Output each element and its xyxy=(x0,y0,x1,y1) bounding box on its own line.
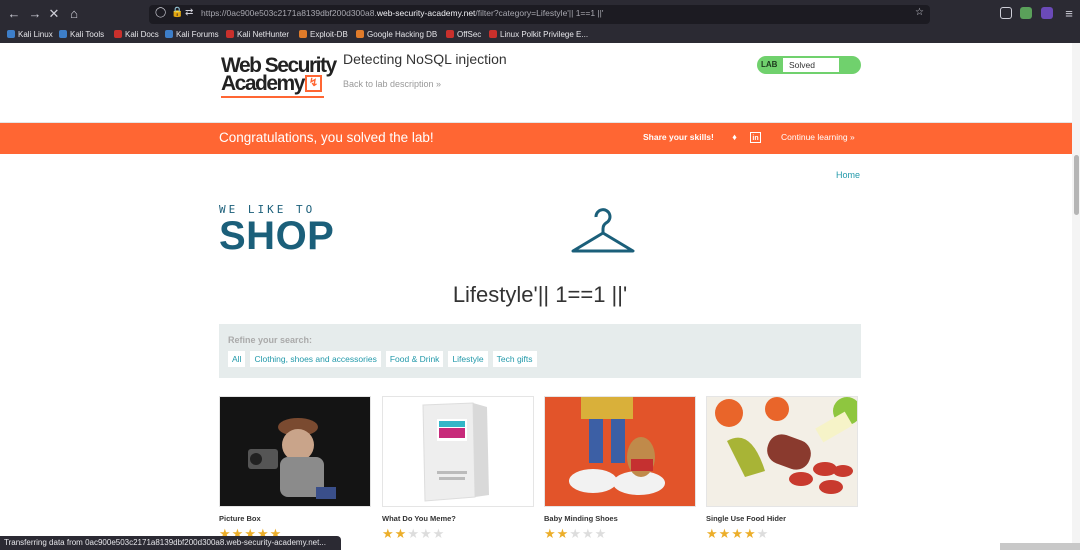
product-rating: ★★★★★ xyxy=(382,527,534,540)
product-card[interactable]: Baby Minding Shoes ★★★★★ xyxy=(544,396,696,540)
bookmark-item[interactable]: Kali NetHunter xyxy=(226,30,289,39)
home-icon[interactable]: ⌂ xyxy=(66,6,82,22)
star-filled-icon: ★ xyxy=(556,526,570,541)
twitter-icon[interactable]: ♦ xyxy=(729,132,740,143)
logo-underline xyxy=(221,96,324,98)
category-filter: Refine your search: All Clothing, shoes … xyxy=(219,324,861,378)
product-card[interactable]: What Do You Meme? ★★★★★ xyxy=(382,396,534,540)
bookmark-icon xyxy=(489,30,497,38)
product-rating: ★★★★★ xyxy=(706,527,858,540)
category-tech-gifts[interactable]: Tech gifts xyxy=(492,351,537,367)
lab-badge-label: LAB xyxy=(761,60,778,69)
bookmark-item[interactable]: Linux Polkit Privilege E... xyxy=(489,30,588,39)
star-filled-icon: ★ xyxy=(544,526,557,541)
category-lifestyle[interactable]: Lifestyle xyxy=(448,351,488,367)
product-image[interactable] xyxy=(219,396,371,507)
product-image[interactable] xyxy=(382,396,534,507)
product-name: Picture Box xyxy=(219,514,261,523)
lab-status-text: Solved xyxy=(783,58,839,72)
browser-status-bar: Transferring data from 0ac900e503c2171a8… xyxy=(0,536,341,550)
dragon-icon xyxy=(7,30,15,38)
stop-icon[interactable]: ✕ xyxy=(46,6,62,22)
bookmark-star-icon[interactable]: ☆ xyxy=(915,7,924,18)
star-filled-icon: ★ xyxy=(394,526,408,541)
scrollbar-thumb[interactable] xyxy=(1074,155,1079,215)
bookmark-item[interactable]: Google Hacking DB xyxy=(356,30,437,39)
dragon-icon xyxy=(59,30,67,38)
scrollbar-track[interactable] xyxy=(1072,43,1080,550)
browser-toolbar: ← → ✕ ⌂ ◯ 🔒 ⇄ https://0ac900e503c2171a81… xyxy=(0,0,1080,29)
extension-icon[interactable] xyxy=(1041,7,1053,19)
product-image[interactable] xyxy=(706,396,858,507)
horizontal-scrollbar[interactable] xyxy=(1000,543,1080,550)
page-heading: Lifestyle'|| 1==1 ||' xyxy=(452,282,628,307)
product-rating: ★★★★★ xyxy=(544,527,696,540)
category-all[interactable]: All xyxy=(228,351,246,367)
forward-icon[interactable]: → xyxy=(27,6,43,22)
product-name: Baby Minding Shoes xyxy=(544,514,618,523)
docs-icon xyxy=(114,30,122,38)
product-card[interactable]: Single Use Food Hider ★★★★★ xyxy=(706,396,858,540)
menu-icon[interactable]: ≡ xyxy=(1061,6,1077,22)
product-image[interactable] xyxy=(544,396,696,507)
star-empty-icon: ★ xyxy=(569,526,582,541)
star-empty-icon: ★ xyxy=(756,526,770,541)
star-filled-icon: ★ xyxy=(382,526,395,541)
shield-icon[interactable]: ◯ xyxy=(155,7,166,18)
shop-word: SHOP xyxy=(219,214,335,258)
extension-icon[interactable] xyxy=(1020,7,1032,19)
status-text: Transferring data from 0ac900e503c2171a8… xyxy=(4,538,326,547)
shop-logo: WE LIKE TO SHOP xyxy=(219,203,635,259)
bookmark-item[interactable]: Exploit-DB xyxy=(299,30,348,39)
category-list: All Clothing, shoes and accessories Food… xyxy=(228,351,542,367)
bookmark-item[interactable]: Kali Linux xyxy=(7,30,53,39)
star-filled-icon: ★ xyxy=(731,526,744,541)
star-empty-icon: ★ xyxy=(407,526,420,541)
bookmark-item[interactable]: Kali Forums xyxy=(165,30,219,39)
product-name: What Do You Meme? xyxy=(382,514,456,523)
category-food-drink[interactable]: Food & Drink xyxy=(385,351,444,367)
lab-header: Web Security Academy ↯ Detecting NoSQL i… xyxy=(0,43,1080,123)
address-bar[interactable]: ◯ 🔒 ⇄ https://0ac900e503c2171a8139dbf200… xyxy=(149,5,930,24)
pocket-icon[interactable] xyxy=(1000,7,1012,19)
bookmark-item[interactable]: OffSec xyxy=(446,30,481,39)
url-text[interactable]: https://0ac900e503c2171a8139dbf200d300a8… xyxy=(201,8,603,18)
bolt-icon: ↯ xyxy=(305,75,322,92)
category-clothing[interactable]: Clothing, shoes and accessories xyxy=(250,351,381,367)
bookmark-item[interactable]: Kali Tools xyxy=(59,30,104,39)
congratulations-banner: Congratulations, you solved the lab! Sha… xyxy=(0,123,1080,154)
star-filled-icon: ★ xyxy=(718,526,732,541)
lab-status-widget: LAB Solved xyxy=(757,56,861,74)
lock-icon[interactable]: 🔒 xyxy=(171,7,183,18)
product-card[interactable]: Picture Box ★★★★★ xyxy=(219,396,371,540)
star-empty-icon: ★ xyxy=(594,526,608,541)
nethunter-icon xyxy=(226,30,234,38)
dragon-icon xyxy=(165,30,173,38)
exploit-db-icon xyxy=(356,30,364,38)
star-empty-icon: ★ xyxy=(432,526,446,541)
lab-title: Detecting NoSQL injection xyxy=(343,51,507,67)
congratulations-message: Congratulations, you solved the lab! xyxy=(219,130,434,145)
bookmark-item[interactable]: Kali Docs xyxy=(114,30,159,39)
exploit-db-icon xyxy=(299,30,307,38)
back-to-lab-description-link[interactable]: Back to lab description » xyxy=(343,79,441,89)
hanger-icon xyxy=(571,208,635,253)
star-empty-icon: ★ xyxy=(581,526,595,541)
star-empty-icon: ★ xyxy=(419,526,433,541)
bookmarks-bar: Kali Linux Kali Tools Kali Docs Kali For… xyxy=(0,29,1080,43)
home-link[interactable]: Home xyxy=(836,170,860,180)
share-label: Share your skills! xyxy=(643,132,714,142)
continue-learning-link[interactable]: Continue learning » xyxy=(781,132,855,142)
permissions-icon[interactable]: ⇄ xyxy=(185,7,193,18)
refine-search-title: Refine your search: xyxy=(228,335,313,345)
product-name: Single Use Food Hider xyxy=(706,514,787,523)
linkedin-icon[interactable]: in xyxy=(750,132,761,143)
offsec-icon xyxy=(446,30,454,38)
academy-logo[interactable]: Web Security Academy ↯ xyxy=(221,55,337,98)
star-filled-icon: ★ xyxy=(743,526,757,541)
star-filled-icon: ★ xyxy=(706,526,719,541)
back-icon[interactable]: ← xyxy=(6,6,22,22)
